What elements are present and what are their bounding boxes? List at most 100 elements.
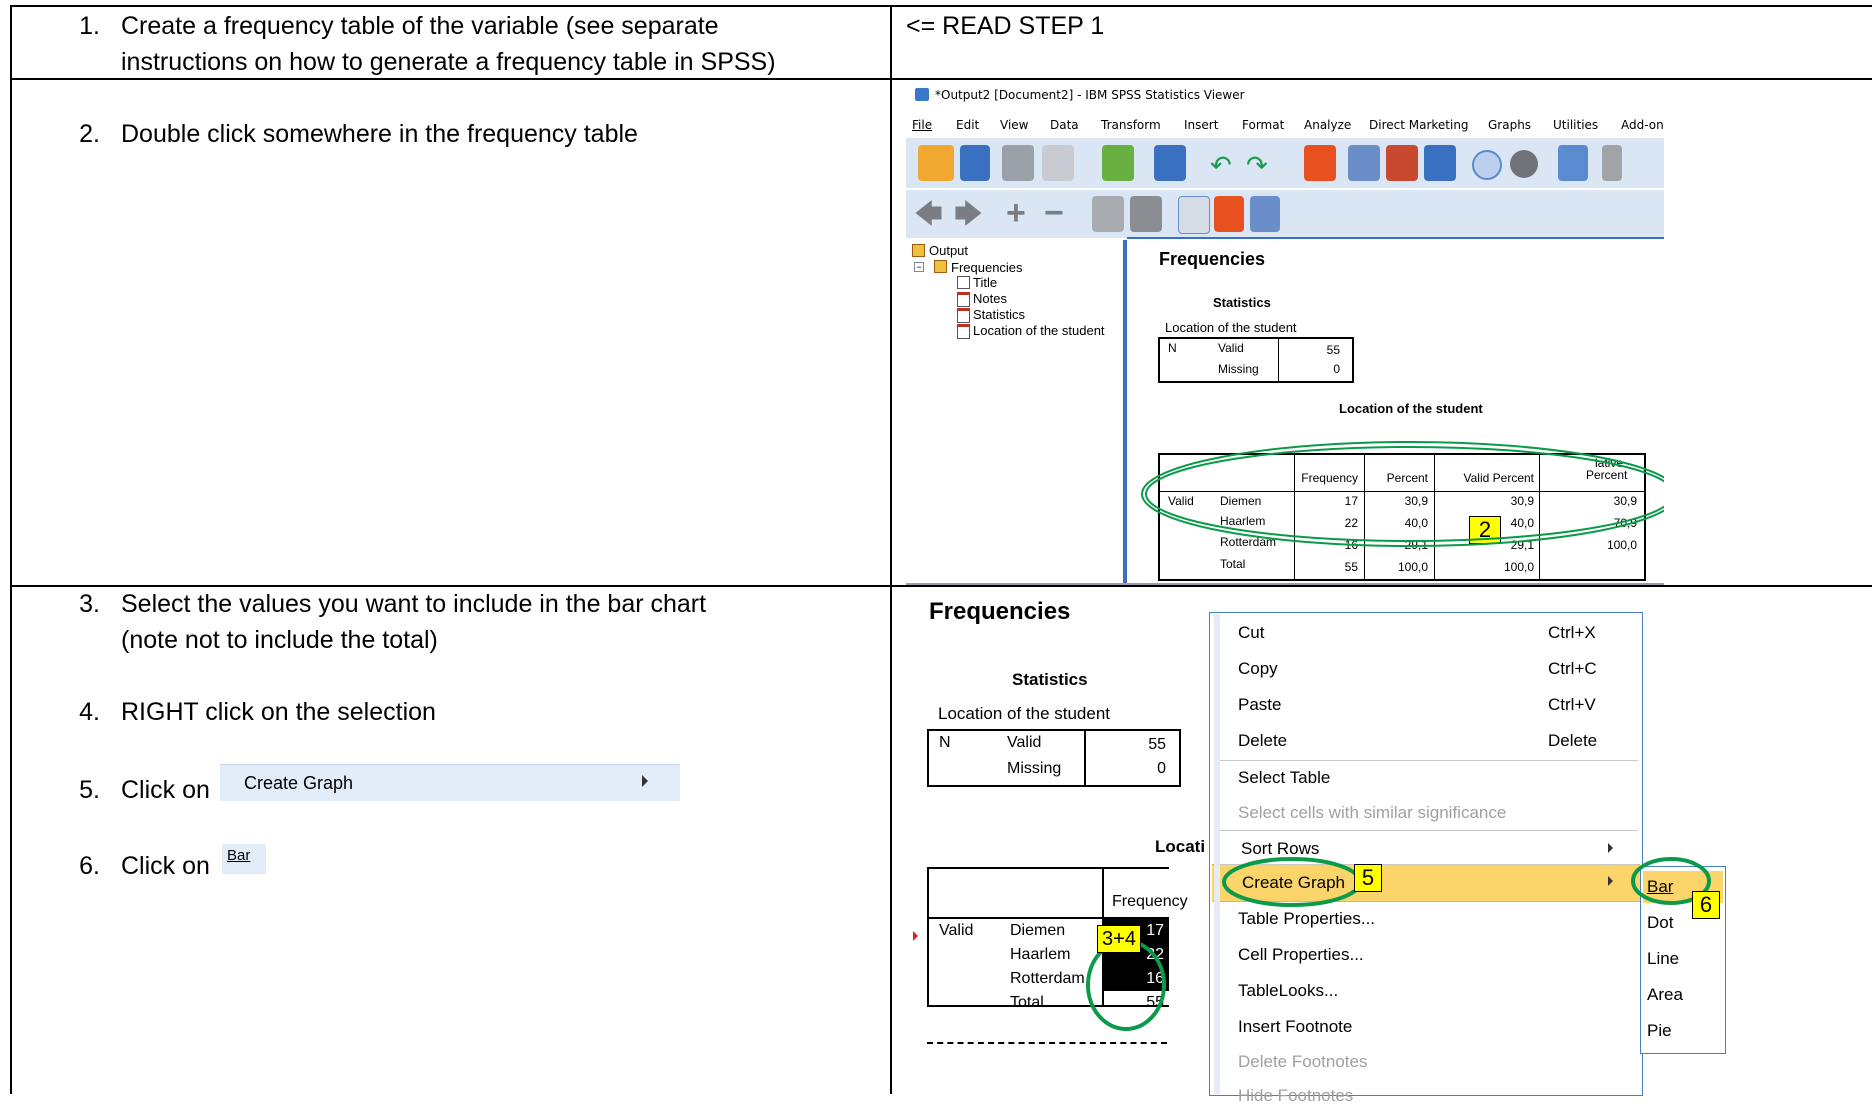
step-1: 1. Create a frequency table of the varia…: [0, 8, 880, 80]
notes-icon: [957, 292, 970, 307]
window-bottom-line: [906, 583, 1664, 585]
tree-title[interactable]: Title: [973, 275, 997, 290]
grid-left: [10, 5, 12, 1094]
tree-frequencies[interactable]: Frequencies: [951, 260, 1023, 275]
show-icon[interactable]: [1092, 196, 1124, 232]
frequencies-folder-icon: [934, 260, 947, 273]
tree-location-table[interactable]: Location of the student: [973, 323, 1105, 338]
split-file-icon[interactable]: [1424, 145, 1456, 181]
insert-title-icon[interactable]: [1214, 196, 1244, 232]
create-graph-arrow-icon: [1608, 876, 1613, 886]
badge-step-3-4: 3+4: [1097, 925, 1141, 953]
menu-copy[interactable]: Copy: [1238, 659, 1278, 679]
menu-delete[interactable]: Delete: [1238, 731, 1287, 751]
menu-cell-properties[interactable]: Cell Properties...: [1238, 945, 1364, 965]
step-3-number: 3.: [79, 590, 100, 618]
menu-add-ons[interactable]: Add-on: [1621, 118, 1664, 132]
statistics-icon: [957, 308, 970, 323]
collapse-icon[interactable]: −: [1044, 196, 1064, 230]
step-3-line1: Select the values you want to include in…: [121, 590, 707, 618]
collapse-toggle-icon[interactable]: −: [914, 262, 924, 272]
menu-utilities[interactable]: Utilities: [1553, 118, 1598, 132]
tree-statistics[interactable]: Statistics: [973, 307, 1025, 322]
menu-cut[interactable]: Cut: [1238, 623, 1264, 643]
step-6-text: Click on: [121, 852, 210, 880]
menu-insert[interactable]: Insert: [1184, 118, 1218, 132]
spss-app-icon: [915, 88, 929, 101]
arrow-right-icon[interactable]: 🡆: [954, 200, 983, 228]
menu-analyze[interactable]: Analyze: [1304, 118, 1351, 132]
toolbar-2: 🡄 🡆 + −: [906, 190, 1664, 238]
menu-bar: File Edit View Data Transform Insert For…: [906, 110, 1664, 138]
variables-icon[interactable]: [1348, 145, 1380, 181]
dialog-recall-icon[interactable]: [1154, 145, 1186, 181]
step-3-line2: (note not to include the total): [121, 626, 438, 654]
export-icon[interactable]: [1102, 145, 1134, 181]
menu-left-band: [1214, 614, 1220, 1094]
create-graph-circle: [1222, 857, 1362, 907]
menu-select-table[interactable]: Select Table: [1238, 768, 1330, 788]
tree-notes[interactable]: Notes: [973, 291, 1007, 306]
menu-tablelooks[interactable]: TableLooks...: [1238, 981, 1338, 1001]
open-folder-icon[interactable]: [918, 145, 954, 181]
menu-insert-footnote[interactable]: Insert Footnote: [1238, 1017, 1352, 1037]
undo-icon[interactable]: ↶: [1210, 152, 1232, 178]
grid-top: [10, 5, 1872, 7]
menu-copy-shortcut: Ctrl+C: [1548, 659, 1597, 678]
arrow-left-icon[interactable]: 🡄: [914, 200, 943, 228]
step-6-bar-button[interactable]: Bar: [222, 844, 266, 874]
menu-format[interactable]: Format: [1242, 118, 1284, 132]
step-4-text: RIGHT click on the selection: [121, 698, 436, 726]
save-icon[interactable]: [960, 145, 990, 181]
menu-sep-2: [1214, 830, 1638, 831]
menu-delete-shortcut: Delete: [1548, 731, 1598, 750]
weight-cases-icon[interactable]: [1510, 150, 1538, 178]
more-tools-icon[interactable]: [1602, 145, 1622, 181]
toolbar-1: ↶ ↷: [906, 138, 1664, 188]
print-preview-icon[interactable]: [1042, 145, 1074, 181]
insert-text-icon[interactable]: [1250, 196, 1280, 232]
goto-case-icon[interactable]: [1304, 145, 1336, 181]
menu-graphs[interactable]: Graphs: [1488, 118, 1531, 132]
submenu-pie[interactable]: Pie: [1647, 1021, 1672, 1041]
print-icon[interactable]: [1002, 145, 1034, 181]
chevron-right-icon: [642, 775, 648, 787]
menu-transform[interactable]: Transform: [1101, 118, 1161, 132]
submenu-line[interactable]: Line: [1647, 949, 1679, 969]
expand-icon[interactable]: +: [1006, 196, 1026, 230]
menu-edit[interactable]: Edit: [956, 118, 979, 132]
menu-select-similar: Select cells with similar significance: [1238, 803, 1507, 822]
insert-heading-icon[interactable]: [1178, 196, 1210, 234]
menu-paste[interactable]: Paste: [1238, 695, 1281, 715]
menu-hide-footnotes: Hide Footnotes: [1238, 1086, 1354, 1105]
output-icon: [912, 244, 925, 257]
menu-direct-marketing[interactable]: Direct Marketing: [1369, 118, 1469, 132]
hide-icon[interactable]: [1130, 196, 1162, 232]
window-title: *Output2 [Document2] - IBM SPSS Statisti…: [935, 88, 1245, 102]
spss-viewer-window: *Output2 [Document2] - IBM SPSS Statisti…: [906, 80, 1664, 585]
step-1-number: 1.: [79, 12, 100, 40]
step-2-text: Double click somewhere in the frequency …: [121, 120, 638, 148]
badge-step-6: 6: [1692, 891, 1720, 919]
menu-view[interactable]: View: [1000, 118, 1028, 132]
tree-output[interactable]: Output: [929, 243, 968, 258]
submenu-dot[interactable]: Dot: [1647, 913, 1673, 933]
insert-cases-icon[interactable]: [1386, 145, 1418, 181]
submenu-area[interactable]: Area: [1647, 985, 1683, 1005]
menu-table-properties[interactable]: Table Properties...: [1238, 909, 1375, 929]
menu-data[interactable]: Data: [1050, 118, 1079, 132]
step-1-line1: Create a frequency table of the variable…: [121, 12, 719, 40]
step-2: 2. Double click somewhere in the frequen…: [0, 116, 880, 156]
value-labels-icon[interactable]: [1558, 145, 1588, 181]
step-5-button-label: Create Graph: [244, 773, 354, 793]
menu-paste-shortcut: Ctrl+V: [1548, 695, 1596, 714]
step-6-number: 6.: [79, 852, 100, 880]
content-pane: Frequencies Statistics Location of the s…: [1127, 240, 1664, 585]
menu-file[interactable]: File: [912, 118, 932, 132]
step-4: 4. RIGHT click on the selection: [0, 694, 880, 734]
select-cases-icon[interactable]: [1472, 150, 1502, 180]
redo-icon[interactable]: ↷: [1246, 152, 1268, 178]
step-5-create-graph-button[interactable]: Create Graph: [220, 764, 680, 801]
sort-rows-arrow-icon: [1608, 843, 1613, 853]
table-icon: [957, 324, 970, 339]
